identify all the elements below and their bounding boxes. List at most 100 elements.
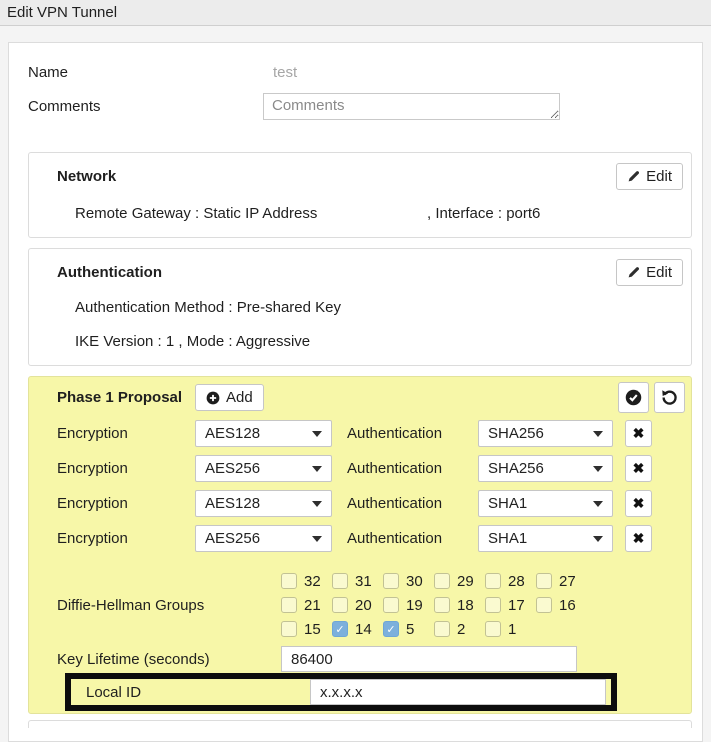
add-proposal-button[interactable]: Add bbox=[195, 384, 264, 411]
authentication-select[interactable]: SHA1 bbox=[478, 525, 613, 552]
dh-group-checkbox[interactable] bbox=[281, 597, 297, 613]
authentication-section-title: Authentication bbox=[57, 264, 162, 281]
key-lifetime-row: Key Lifetime (seconds) bbox=[57, 646, 685, 672]
encryption-label: Encryption bbox=[57, 495, 195, 512]
dh-group-number: 16 bbox=[559, 597, 576, 614]
dh-group-checkbox[interactable] bbox=[485, 621, 501, 637]
dh-group-checkbox[interactable] bbox=[383, 573, 399, 589]
ike-version-line: IKE Version : 1 , Mode : Aggressive bbox=[57, 332, 683, 351]
dh-group-checkbox[interactable] bbox=[383, 597, 399, 613]
authentication-label: Authentication bbox=[332, 530, 478, 547]
add-proposal-label: Add bbox=[226, 389, 253, 406]
dh-group-checkbox[interactable]: ✓ bbox=[332, 621, 348, 637]
dh-group-number: 27 bbox=[559, 573, 576, 590]
encryption-value: AES128 bbox=[205, 425, 260, 442]
dh-groups-block: Diffie-Hellman Groups 323130292827212019… bbox=[57, 569, 685, 641]
chevron-down-icon bbox=[312, 431, 322, 437]
dh-group-checkbox[interactable] bbox=[281, 573, 297, 589]
chevron-down-icon bbox=[593, 501, 603, 507]
dh-group-item: 19 bbox=[383, 597, 434, 614]
dh-group-number: 5 bbox=[406, 621, 414, 638]
encryption-select[interactable]: AES128 bbox=[195, 420, 332, 447]
dh-group-number: 21 bbox=[304, 597, 321, 614]
name-value: test bbox=[263, 64, 297, 81]
interface-summary: , Interface : port6 bbox=[427, 204, 540, 223]
pencil-icon bbox=[627, 170, 640, 183]
local-id-label: Local ID bbox=[71, 684, 310, 701]
chevron-down-icon bbox=[312, 536, 322, 542]
dh-group-checkbox[interactable] bbox=[434, 597, 450, 613]
key-lifetime-input[interactable] bbox=[281, 646, 577, 672]
network-edit-label: Edit bbox=[646, 168, 672, 185]
undo-icon bbox=[661, 389, 678, 406]
dh-group-checkbox[interactable] bbox=[485, 573, 501, 589]
local-id-input[interactable] bbox=[310, 679, 606, 705]
authentication-select[interactable]: SHA256 bbox=[478, 455, 613, 482]
close-icon: ✖ bbox=[633, 530, 645, 547]
dh-group-checkbox[interactable] bbox=[281, 621, 297, 637]
dh-group-number: 14 bbox=[355, 621, 372, 638]
chevron-down-icon bbox=[593, 466, 603, 472]
authentication-value: SHA1 bbox=[488, 530, 527, 547]
phase1-proposal-row: EncryptionAES128AuthenticationSHA1 ✖ bbox=[57, 490, 685, 517]
authentication-section: Authentication Edit Authentication Metho… bbox=[28, 248, 692, 366]
encryption-select[interactable]: AES256 bbox=[195, 525, 332, 552]
remove-proposal-button[interactable]: ✖ bbox=[625, 420, 652, 447]
chevron-down-icon bbox=[312, 466, 322, 472]
authentication-value: SHA256 bbox=[488, 460, 544, 477]
authentication-label: Authentication bbox=[332, 425, 478, 442]
dh-group-item: 21 bbox=[281, 597, 332, 614]
dh-group-checkbox[interactable] bbox=[332, 573, 348, 589]
pencil-icon bbox=[627, 266, 640, 279]
dh-group-item: 27 bbox=[536, 573, 587, 590]
dh-group-item: 32 bbox=[281, 573, 332, 590]
edit-vpn-tunnel-panel: Name test Comments Network Edit Remote G… bbox=[8, 42, 703, 742]
remove-proposal-button[interactable]: ✖ bbox=[625, 490, 652, 517]
encryption-select[interactable]: AES256 bbox=[195, 455, 332, 482]
dh-group-checkbox[interactable] bbox=[485, 597, 501, 613]
dh-group-number: 19 bbox=[406, 597, 423, 614]
dh-group-item: 20 bbox=[332, 597, 383, 614]
dh-group-item: ✓5 bbox=[383, 621, 434, 638]
dh-group-item: 2 bbox=[434, 621, 485, 638]
comments-input[interactable] bbox=[263, 93, 560, 120]
chevron-down-icon bbox=[312, 501, 322, 507]
local-id-highlight-box: Local ID bbox=[65, 673, 617, 711]
remove-proposal-button[interactable]: ✖ bbox=[625, 525, 652, 552]
authentication-select[interactable]: SHA1 bbox=[478, 490, 613, 517]
check-circle-icon bbox=[625, 389, 642, 406]
revert-button[interactable] bbox=[654, 382, 685, 413]
phase1-proposal-row: EncryptionAES256AuthenticationSHA1✖ bbox=[57, 525, 685, 552]
phase1-proposal-title: Phase 1 Proposal bbox=[57, 389, 195, 406]
remove-proposal-button[interactable]: ✖ bbox=[625, 455, 652, 482]
dh-group-checkbox[interactable] bbox=[434, 621, 450, 637]
dh-group-item: ✓ 14 bbox=[332, 621, 383, 638]
next-section-stub bbox=[28, 720, 692, 728]
dh-group-checkbox[interactable] bbox=[332, 597, 348, 613]
plus-circle-icon bbox=[206, 391, 220, 405]
network-edit-button[interactable]: Edit bbox=[616, 163, 683, 190]
dh-group-checkbox[interactable]: ✓ bbox=[383, 621, 399, 637]
comments-label: Comments bbox=[28, 98, 263, 115]
network-section: Network Edit Remote Gateway : Static IP … bbox=[28, 152, 692, 238]
network-section-title: Network bbox=[57, 168, 116, 185]
authentication-value: SHA256 bbox=[488, 425, 544, 442]
chevron-down-icon bbox=[593, 536, 603, 542]
dh-group-number: 31 bbox=[355, 573, 372, 590]
close-icon: ✖ bbox=[633, 495, 645, 512]
encryption-select[interactable]: AES128 bbox=[195, 490, 332, 517]
dh-group-number: 17 bbox=[508, 597, 525, 614]
remote-gateway-summary: Remote Gateway : Static IP Address bbox=[75, 204, 427, 223]
dh-group-checkbox[interactable] bbox=[434, 573, 450, 589]
authentication-select[interactable]: SHA256 bbox=[478, 420, 613, 447]
dh-groups-grid: 32313029282721201918171615✓14✓521 bbox=[281, 569, 587, 641]
authentication-label: Authentication bbox=[332, 495, 478, 512]
dh-group-number: 2 bbox=[457, 621, 465, 638]
dh-group-row: 212019181716 bbox=[281, 593, 587, 617]
key-lifetime-label: Key Lifetime (seconds) bbox=[57, 651, 281, 668]
dh-group-checkbox[interactable] bbox=[536, 573, 552, 589]
authentication-edit-button[interactable]: Edit bbox=[616, 259, 683, 286]
dh-group-checkbox[interactable] bbox=[536, 597, 552, 613]
accept-button[interactable] bbox=[618, 382, 649, 413]
dh-group-number: 28 bbox=[508, 573, 525, 590]
